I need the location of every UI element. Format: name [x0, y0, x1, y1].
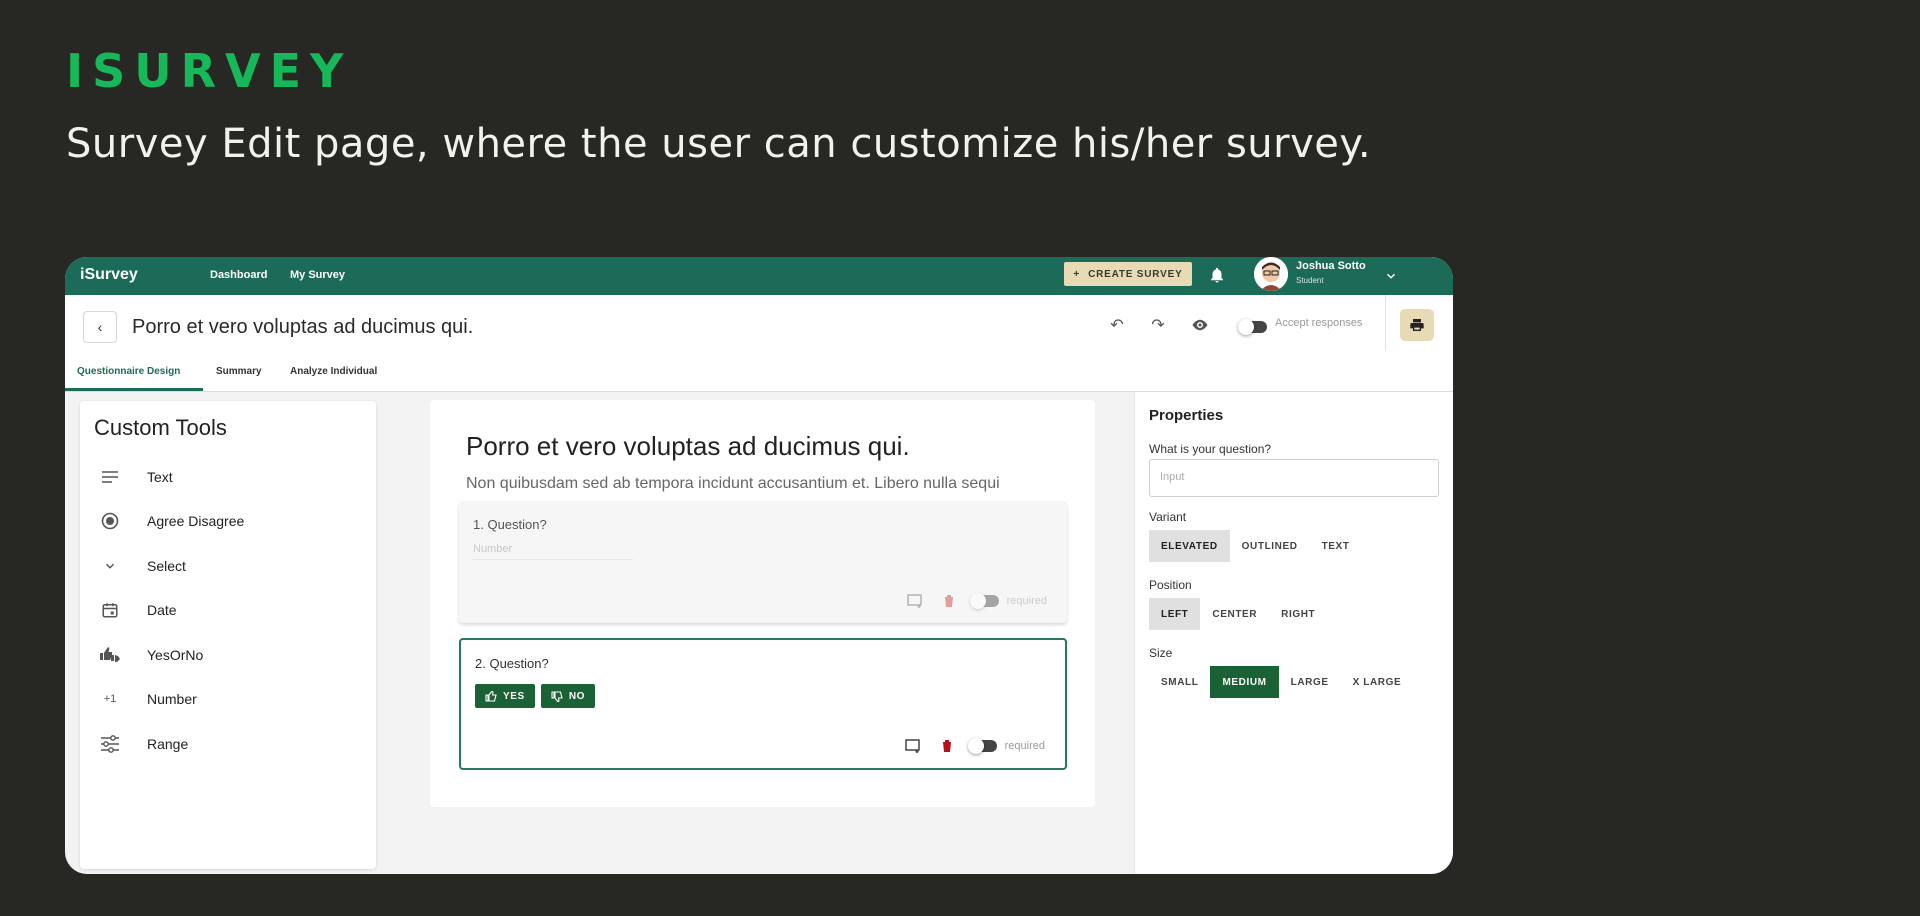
top-nav: iSurvey Dashboard My Survey + CREATE SUR… — [65, 257, 1453, 295]
back-button[interactable]: ‹ — [83, 311, 117, 343]
variant-selector: ELEVATED OUTLINED TEXT — [1149, 530, 1362, 562]
nav-link-dashboard[interactable]: Dashboard — [210, 269, 267, 281]
duplicate-icon[interactable] — [904, 738, 923, 754]
yes-button[interactable]: YES — [475, 684, 535, 708]
accept-responses-label: Accept responses — [1275, 317, 1363, 329]
survey-title[interactable]: Porro et vero voluptas ad ducimus qui. — [466, 431, 910, 462]
create-survey-button[interactable]: + CREATE SURVEY — [1064, 262, 1192, 286]
app-screenshot-frame: iSurvey Dashboard My Survey + CREATE SUR… — [65, 257, 1453, 874]
calendar-icon — [98, 598, 122, 622]
no-label: NO — [568, 690, 586, 702]
chevron-down-icon — [98, 554, 122, 578]
tool-agree-disagree[interactable]: Agree Disagree — [98, 508, 358, 534]
variant-label: Variant — [1149, 510, 1187, 524]
variant-option-elevated[interactable]: ELEVATED — [1149, 530, 1230, 562]
avatar[interactable] — [1254, 257, 1288, 291]
app-logo[interactable]: iSurvey — [80, 266, 138, 284]
tool-label: Range — [147, 736, 189, 752]
required-label: required — [1006, 595, 1047, 607]
required-toggle[interactable] — [969, 593, 999, 609]
chevron-down-icon[interactable] — [1384, 269, 1398, 283]
user-role: Student — [1296, 276, 1324, 285]
tool-yes-or-no[interactable]: YesOrNo — [98, 642, 358, 668]
survey-canvas: Porro et vero voluptas ad ducimus qui. N… — [430, 400, 1095, 807]
delete-icon[interactable] — [943, 594, 955, 608]
user-name: Joshua Sotto — [1296, 260, 1366, 272]
question-label: 1. Question? — [473, 517, 547, 532]
delete-icon[interactable] — [941, 739, 953, 753]
custom-tools-panel: Custom Tools Text Agree Disagree Select … — [80, 401, 376, 869]
chevron-left-icon: ‹ — [97, 319, 103, 335]
question-card-1[interactable]: 1. Question? Number required — [459, 501, 1067, 623]
tool-text[interactable]: Text — [98, 464, 358, 490]
question-card-2[interactable]: 2. Question? YES NO required — [459, 638, 1067, 770]
brand-subtitle: Survey Edit page, where the user can cus… — [66, 121, 1372, 167]
variant-option-outlined[interactable]: OUTLINED — [1230, 530, 1310, 562]
tool-label: Date — [147, 602, 177, 618]
position-option-left[interactable]: LEFT — [1149, 598, 1201, 630]
thumbs-up-icon — [485, 690, 497, 702]
survey-description[interactable]: Non quibusdam sed ab tempora incidunt ac… — [466, 475, 1066, 493]
custom-tools-title: Custom Tools — [94, 415, 227, 440]
tab-analyze-individual[interactable]: Analyze Individual — [290, 366, 377, 377]
variant-option-text[interactable]: TEXT — [1310, 530, 1362, 562]
properties-title: Properties — [1149, 407, 1224, 424]
plus-icon: + — [1073, 268, 1081, 280]
properties-panel: Properties What is your question? Input … — [1135, 392, 1453, 874]
plus-one-icon: +1 — [103, 693, 117, 705]
question-actions: required — [904, 738, 1045, 754]
position-option-right[interactable]: RIGHT — [1269, 598, 1327, 630]
page-title: Porro et vero voluptas ad ducimus qui. — [132, 316, 474, 338]
duplicate-icon[interactable] — [906, 593, 925, 609]
tool-label: Number — [147, 691, 197, 707]
active-tab-indicator — [65, 388, 203, 391]
sliders-icon — [98, 732, 122, 756]
create-survey-label: CREATE SURVEY — [1088, 268, 1183, 280]
size-option-large[interactable]: LARGE — [1279, 666, 1341, 698]
redo-icon[interactable]: ↷ — [1148, 315, 1168, 335]
tool-label: Select — [147, 558, 186, 574]
page-header: ‹ Porro et vero voluptas ad ducimus qui.… — [65, 295, 1453, 392]
size-selector: SMALL MEDIUM LARGE X LARGE — [1149, 666, 1413, 698]
size-option-small[interactable]: SMALL — [1149, 666, 1210, 698]
size-option-x-large[interactable]: X LARGE — [1341, 666, 1414, 698]
yes-no-buttons: YES NO — [475, 684, 596, 708]
position-option-center[interactable]: CENTER — [1200, 598, 1269, 630]
printer-icon — [1410, 319, 1424, 331]
size-option-medium[interactable]: MEDIUM — [1210, 666, 1279, 698]
tool-select[interactable]: Select — [98, 553, 358, 579]
accept-responses-toggle[interactable] — [1238, 319, 1267, 335]
size-label: Size — [1149, 646, 1173, 660]
question-input[interactable]: Input — [1149, 459, 1439, 497]
preview-eye-icon[interactable] — [1190, 315, 1210, 335]
thumbs-down-icon — [551, 690, 563, 702]
question-field-label: What is your question? — [1149, 442, 1272, 456]
nav-link-my-survey[interactable]: My Survey — [290, 269, 345, 281]
thumbs-icon — [98, 643, 122, 667]
tool-range[interactable]: Range — [98, 731, 358, 757]
tool-number[interactable]: +1 Number — [98, 686, 358, 712]
header-divider — [1385, 295, 1386, 351]
number-input[interactable]: Number — [473, 543, 633, 560]
bell-icon[interactable] — [1208, 266, 1226, 284]
radio-icon — [98, 509, 122, 533]
position-label: Position — [1149, 578, 1192, 592]
tool-label: Text — [147, 469, 173, 485]
undo-icon[interactable]: ↶ — [1107, 315, 1127, 335]
print-button[interactable] — [1400, 309, 1434, 341]
text-lines-icon — [98, 465, 122, 489]
question-actions: required — [906, 593, 1047, 609]
brand-title: ISURVEY — [66, 44, 353, 98]
question-label: 2. Question? — [475, 656, 549, 671]
tab-summary[interactable]: Summary — [216, 366, 262, 377]
required-toggle[interactable] — [967, 738, 997, 754]
yes-label: YES — [503, 690, 525, 702]
tool-date[interactable]: Date — [98, 597, 358, 623]
required-label: required — [1004, 740, 1045, 752]
position-selector: LEFT CENTER RIGHT — [1149, 598, 1327, 630]
tool-label: Agree Disagree — [147, 513, 245, 529]
tool-label: YesOrNo — [147, 647, 204, 663]
no-button[interactable]: NO — [540, 684, 596, 708]
tab-questionnaire-design[interactable]: Questionnaire Design — [77, 366, 180, 377]
